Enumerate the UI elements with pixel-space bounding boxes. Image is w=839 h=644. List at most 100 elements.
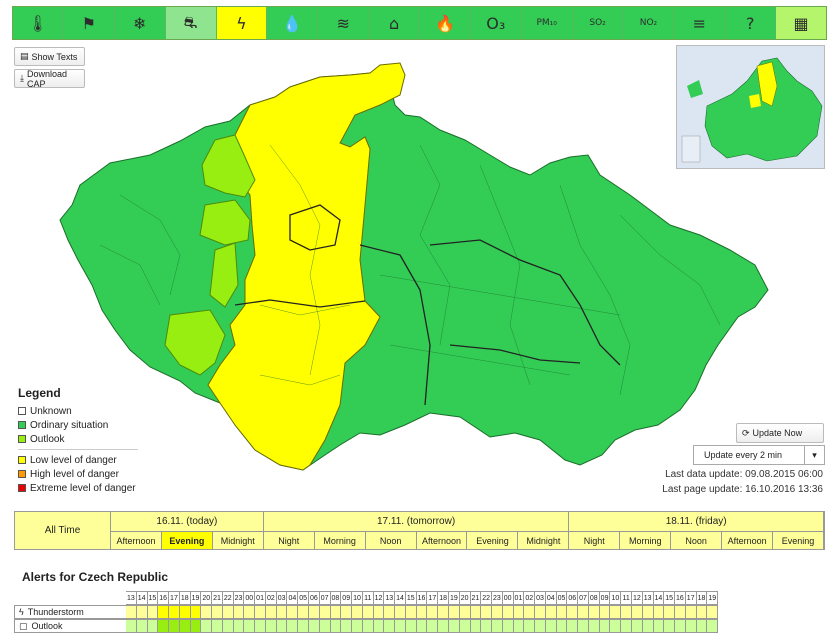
alert-cell[interactable] (330, 605, 342, 619)
alert-cell[interactable] (448, 605, 460, 619)
alert-cell[interactable] (233, 605, 245, 619)
alert-cell[interactable] (362, 605, 374, 619)
alert-cell[interactable] (685, 619, 697, 633)
alert-cell[interactable] (190, 619, 202, 633)
alert-cell[interactable] (599, 605, 611, 619)
alert-cell[interactable] (147, 619, 159, 633)
pm10-icon[interactable]: PM₁₀ (522, 7, 573, 39)
alert-cell[interactable] (309, 619, 320, 633)
alert-cell[interactable] (341, 605, 353, 619)
alert-cell[interactable] (653, 619, 665, 633)
alert-cell[interactable] (535, 605, 546, 619)
alert-cell[interactable] (255, 619, 266, 633)
alert-cell[interactable] (664, 619, 676, 633)
alert-cell[interactable] (653, 605, 665, 619)
period-cell[interactable]: Afternoon (111, 532, 162, 549)
alert-cell[interactable] (179, 619, 191, 633)
alert-cell[interactable] (685, 605, 697, 619)
alert-cell[interactable] (438, 619, 449, 633)
alert-cell[interactable] (222, 619, 234, 633)
calendar-icon[interactable]: ▦ (776, 7, 826, 39)
period-cell[interactable]: Midnight (518, 532, 570, 549)
alert-cell[interactable] (470, 619, 482, 633)
europe-inset-map[interactable] (676, 45, 825, 169)
alert-cell[interactable] (696, 619, 708, 633)
alert-cell[interactable] (276, 619, 288, 633)
period-cell[interactable]: Morning (315, 532, 366, 549)
alert-cell[interactable] (395, 619, 406, 633)
alert-cell[interactable] (126, 619, 137, 633)
alert-cell[interactable] (179, 605, 191, 619)
ordinary-region[interactable] (59, 72, 769, 471)
ozone-icon[interactable]: O₃ (471, 7, 522, 39)
alert-cell[interactable] (319, 619, 331, 633)
alert-cell[interactable] (341, 619, 353, 633)
period-cell[interactable]: Night (569, 532, 621, 549)
period-cell[interactable]: Noon (671, 532, 723, 549)
alert-cell[interactable] (319, 605, 331, 619)
alert-cell[interactable] (567, 619, 579, 633)
alert-cell[interactable] (405, 605, 417, 619)
alert-cell[interactable] (298, 619, 310, 633)
alert-cell[interactable] (255, 605, 266, 619)
update-interval-select[interactable]: Update every 2 min ▾ (693, 445, 825, 465)
alert-cell[interactable] (535, 619, 546, 633)
alert-cell[interactable] (631, 605, 643, 619)
alert-cell[interactable] (244, 619, 256, 633)
help-icon[interactable]: ? (725, 7, 777, 39)
alert-cell[interactable] (470, 605, 482, 619)
fire-icon[interactable]: 🔥 (420, 7, 471, 39)
alert-cell[interactable] (158, 605, 170, 619)
alert-cell[interactable] (513, 605, 525, 619)
thunderstorm-icon[interactable]: ϟ (216, 7, 268, 39)
alert-cell[interactable] (352, 619, 363, 633)
update-now-button[interactable]: ⟳ Update Now (736, 423, 824, 443)
day-header[interactable]: 18.11. (friday) (569, 512, 824, 532)
alert-cell[interactable] (212, 619, 223, 633)
alert-cell[interactable] (481, 605, 493, 619)
alert-cell[interactable] (158, 619, 170, 633)
alert-cell[interactable] (362, 619, 374, 633)
flood-warning-icon[interactable]: ⌂ (369, 7, 420, 39)
alert-cell[interactable] (416, 605, 428, 619)
alert-cell[interactable] (233, 619, 245, 633)
alert-cell[interactable] (287, 605, 299, 619)
alert-cell[interactable] (578, 605, 589, 619)
alert-cell[interactable] (427, 619, 439, 633)
period-cell[interactable]: Midnight (213, 532, 264, 549)
chevron-down-icon[interactable]: ▾ (804, 446, 824, 464)
alert-cell[interactable] (556, 619, 568, 633)
alert-cell[interactable] (244, 605, 256, 619)
alert-cell[interactable] (373, 605, 385, 619)
alert-cell[interactable] (588, 605, 600, 619)
alert-cell[interactable] (556, 605, 568, 619)
alert-cell[interactable] (642, 605, 654, 619)
rain-icon[interactable]: 💧 (267, 7, 319, 39)
alert-cell[interactable] (545, 619, 557, 633)
alert-cell[interactable] (567, 605, 579, 619)
alert-cell[interactable] (201, 605, 213, 619)
alert-cell[interactable] (373, 619, 385, 633)
alert-cell[interactable] (395, 605, 406, 619)
alert-cell[interactable] (492, 619, 503, 633)
alert-cell[interactable] (416, 619, 428, 633)
period-cell[interactable]: Morning (620, 532, 672, 549)
alert-cell[interactable] (136, 605, 148, 619)
alert-cell[interactable] (190, 605, 202, 619)
alert-cell[interactable] (126, 605, 137, 619)
alert-cell[interactable] (513, 619, 525, 633)
alert-cell[interactable] (610, 605, 622, 619)
alert-cell[interactable] (524, 605, 536, 619)
alert-cell[interactable] (481, 619, 493, 633)
alert-cell[interactable] (578, 619, 589, 633)
alert-cell[interactable] (212, 605, 223, 619)
alert-cell[interactable] (621, 605, 632, 619)
alert-cell[interactable] (588, 619, 600, 633)
alert-cell[interactable] (696, 605, 708, 619)
so2-icon[interactable]: SO₂ (573, 7, 624, 39)
alert-cell[interactable] (309, 605, 320, 619)
period-cell[interactable]: Evening (773, 532, 824, 549)
snow-icon[interactable]: ❄ (115, 7, 166, 39)
alert-cell[interactable] (492, 605, 503, 619)
period-cell[interactable]: Noon (366, 532, 417, 549)
